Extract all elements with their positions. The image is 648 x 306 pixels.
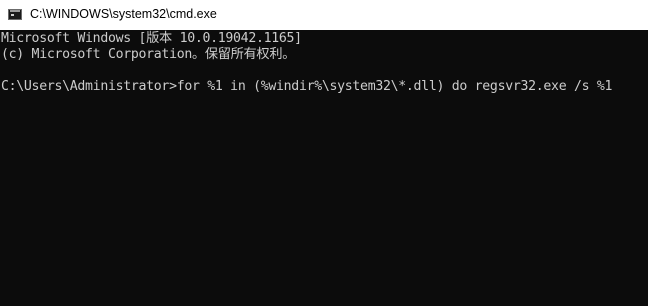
cmd-window: C:\WINDOWS\system32\cmd.exe Microsoft Wi… (0, 0, 648, 306)
console-line-copyright: (c) Microsoft Corporation。保留所有权利。 (1, 47, 296, 62)
console-line-version: Microsoft Windows [版本 10.0.19042.1165] (1, 31, 302, 46)
console-output[interactable]: Microsoft Windows [版本 10.0.19042.1165] (… (0, 30, 648, 306)
cmd-console-icon[interactable] (8, 9, 22, 20)
title-bar[interactable]: C:\WINDOWS\system32\cmd.exe (0, 0, 648, 30)
console-command-line[interactable]: C:\Users\Administrator>for %1 in (%windi… (1, 79, 648, 95)
window-title: C:\WINDOWS\system32\cmd.exe (30, 7, 217, 21)
